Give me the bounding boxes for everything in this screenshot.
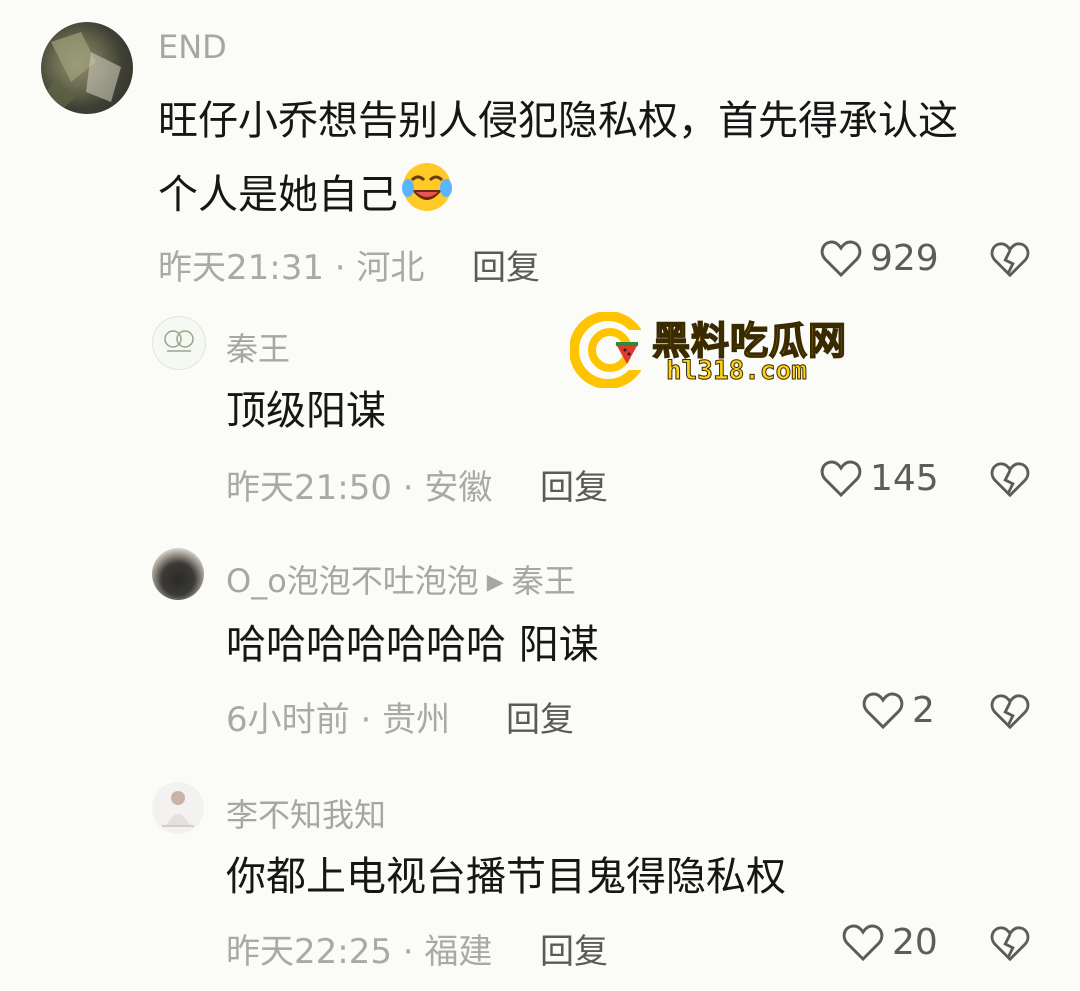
broken-heart-icon[interactable] [990, 460, 1030, 500]
laughing-emoji [400, 160, 454, 214]
comment-meta: 昨天21:50 · 安徽 [226, 468, 493, 508]
comment-meta: 昨天21:31 · 河北 [158, 248, 425, 288]
heart-icon [842, 923, 884, 961]
comment-author[interactable]: 李不知我知 [226, 790, 386, 836]
avatar[interactable] [152, 548, 204, 600]
like-count: 145 [870, 458, 939, 499]
comment-text: 你都上电视台播节目鬼得隐私权 [226, 854, 786, 900]
reply-button[interactable]: 回复 [472, 240, 540, 289]
like-button[interactable]: 2 [862, 690, 935, 731]
comment-text: 顶级阳谋 [226, 388, 386, 434]
comment-author[interactable]: 秦王 [226, 324, 290, 370]
reply-to-author[interactable]: 秦王 [512, 562, 576, 600]
avatar[interactable] [152, 782, 204, 834]
like-button[interactable]: 20 [842, 922, 938, 963]
like-count: 2 [912, 690, 935, 731]
comment-meta: 6小时前 · 贵州 [226, 700, 451, 740]
like-count: 20 [892, 922, 938, 963]
like-count: 929 [870, 238, 939, 279]
comment-text: 哈哈哈哈哈哈哈 阳谋 [226, 622, 599, 668]
watermark-url: hl318.com [666, 356, 808, 387]
watermark: 黑料吃瓜网 hl318.com [570, 310, 860, 390]
broken-heart-icon[interactable] [990, 692, 1030, 732]
comment-text-line2: 个人是她自己 [158, 156, 454, 234]
comment-meta: 昨天22:25 · 福建 [226, 932, 493, 972]
reply-button[interactable]: 回复 [506, 692, 574, 741]
comment-author[interactable]: END [158, 28, 227, 66]
like-button[interactable]: 145 [820, 458, 939, 499]
watermark-logo-icon [570, 312, 646, 388]
reply-to-arrow-icon: ▶ [486, 570, 504, 595]
broken-heart-icon[interactable] [990, 924, 1030, 964]
heart-icon [820, 459, 862, 497]
like-button[interactable]: 929 [820, 238, 939, 279]
reply-button[interactable]: 回复 [540, 924, 608, 973]
comment-text: 旺仔小乔想告别人侵犯隐私权，首先得承认这 [158, 98, 958, 144]
broken-heart-icon[interactable] [990, 240, 1030, 280]
comment-author[interactable]: O_o泡泡不吐泡泡 ▶ 秦王 [226, 556, 576, 602]
avatar[interactable] [41, 22, 133, 114]
reply-button[interactable]: 回复 [540, 460, 608, 509]
heart-icon [862, 691, 904, 729]
heart-icon [820, 239, 862, 277]
avatar[interactable] [152, 316, 206, 370]
